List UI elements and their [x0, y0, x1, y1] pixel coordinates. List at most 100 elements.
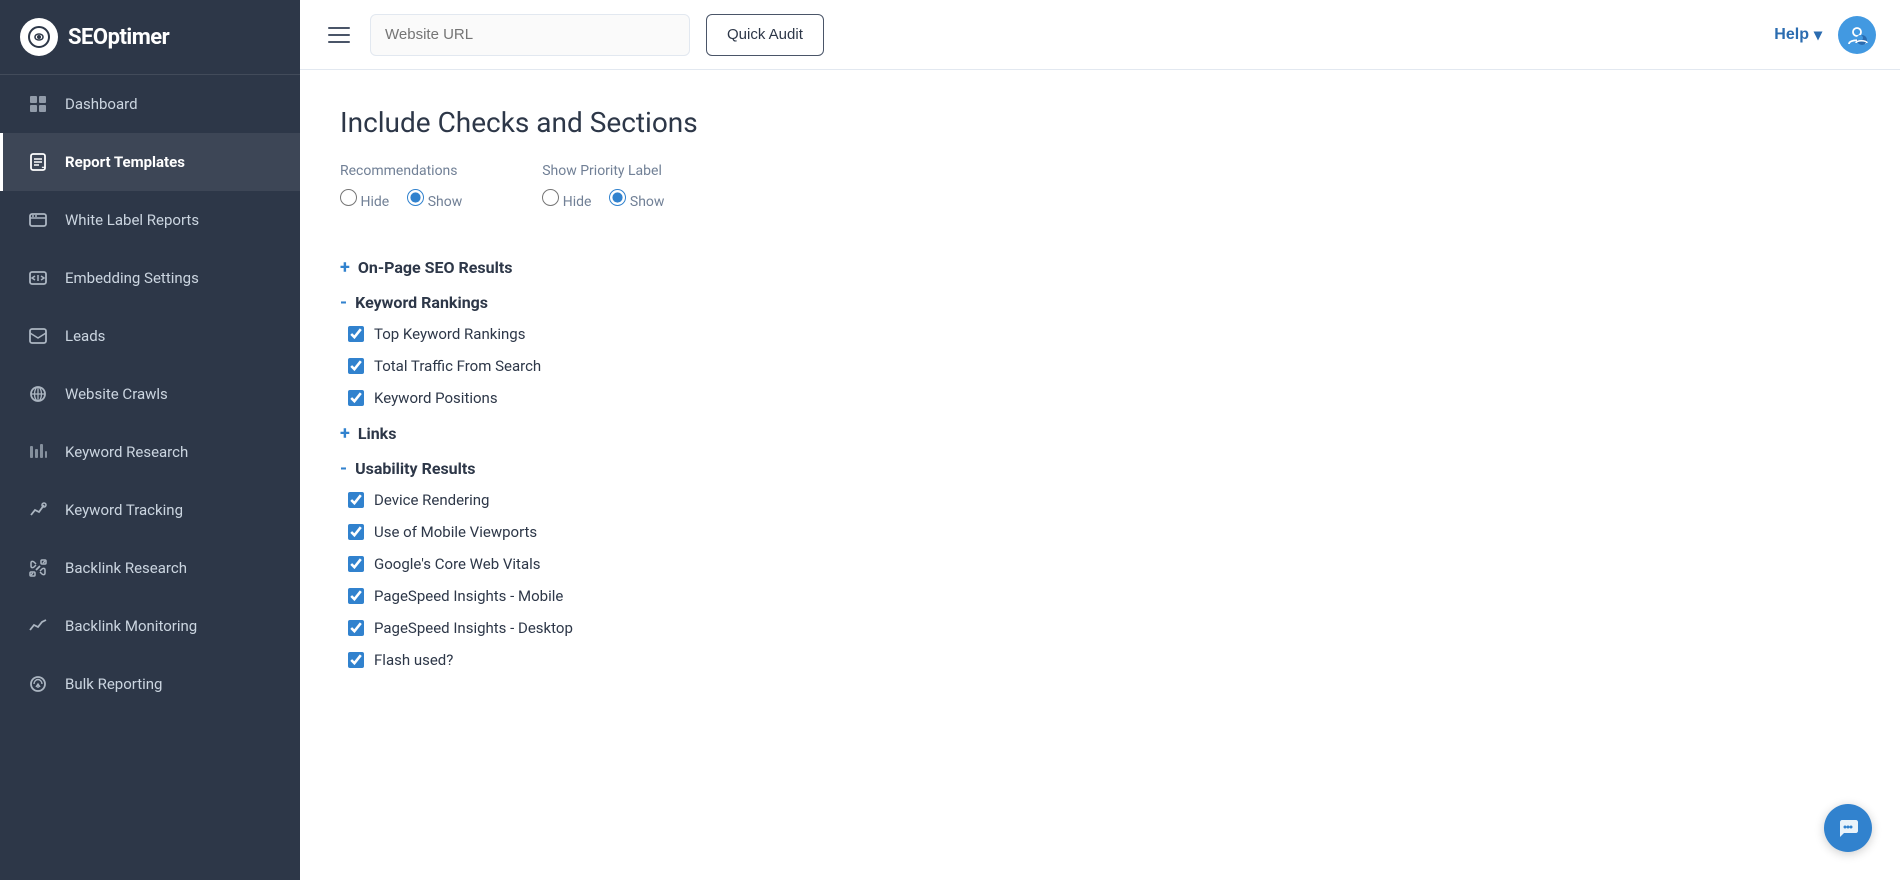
chat-bubble[interactable] — [1824, 804, 1872, 852]
check-pagespeed-mobile: PageSpeed Insights - Mobile — [340, 580, 1860, 612]
recommendations-group: Recommendations Hide Show — [340, 163, 462, 220]
help-button[interactable]: Help ▾ — [1774, 25, 1822, 45]
recommendations-hide-radio[interactable] — [340, 189, 357, 206]
menu-button[interactable] — [324, 23, 354, 47]
crawl-icon — [27, 383, 49, 405]
sidebar-label-bulk-reporting: Bulk Reporting — [65, 675, 162, 693]
check-top-keyword-rankings: Top Keyword Rankings — [340, 318, 1860, 350]
sidebar-item-report-templates[interactable]: Report Templates — [0, 133, 300, 191]
checkbox-device-rendering[interactable] — [348, 492, 364, 508]
check-mobile-viewports: Use of Mobile Viewports — [340, 516, 1860, 548]
on-page-toggle-icon: + — [340, 259, 350, 277]
sidebar-item-backlink-research[interactable]: Backlink Research — [0, 539, 300, 597]
links-label: Links — [358, 424, 397, 443]
sidebar-item-backlink-monitoring[interactable]: Backlink Monitoring — [0, 597, 300, 655]
recommendations-hide-option[interactable]: Hide — [340, 189, 389, 210]
priority-hide-label: Hide — [563, 194, 592, 210]
help-dropdown-icon: ▾ — [1814, 25, 1822, 45]
label-mobile-viewports[interactable]: Use of Mobile Viewports — [374, 523, 537, 541]
label-pagespeed-mobile[interactable]: PageSpeed Insights - Mobile — [374, 587, 563, 605]
sidebar-label-dashboard: Dashboard — [65, 95, 138, 113]
logo-text: SEOptimer — [68, 25, 169, 50]
sidebar-item-leads[interactable]: Leads — [0, 307, 300, 365]
url-input[interactable] — [370, 14, 690, 56]
section-links[interactable]: + Links — [340, 414, 1860, 449]
help-label: Help — [1774, 26, 1809, 44]
sidebar-label-website-crawls: Website Crawls — [65, 385, 168, 403]
checkbox-pagespeed-desktop[interactable] — [348, 620, 364, 636]
dashboard-icon — [27, 93, 49, 115]
research-icon — [27, 441, 49, 463]
keyword-rankings-items: Top Keyword Rankings Total Traffic From … — [340, 318, 1860, 414]
links-toggle-icon: + — [340, 425, 350, 443]
usability-toggle-icon: - — [340, 460, 347, 478]
section-on-page-seo[interactable]: + On-Page SEO Results — [340, 248, 1860, 283]
recommendations-show-option[interactable]: Show — [407, 189, 462, 210]
checkbox-top-keyword-rankings[interactable] — [348, 326, 364, 342]
check-device-rendering: Device Rendering — [340, 484, 1860, 516]
checkbox-flash-used[interactable] — [348, 652, 364, 668]
section-keyword-rankings[interactable]: - Keyword Rankings — [340, 283, 1860, 318]
recommendations-show-radio[interactable] — [407, 189, 424, 206]
logo-icon — [20, 18, 58, 56]
priority-radio-group: Hide Show — [542, 189, 664, 220]
check-total-traffic: Total Traffic From Search — [340, 350, 1860, 382]
user-avatar[interactable] — [1838, 16, 1876, 54]
sidebar-label-leads: Leads — [65, 327, 105, 345]
checkbox-pagespeed-mobile[interactable] — [348, 588, 364, 604]
backlink-icon — [27, 557, 49, 579]
priority-hide-radio[interactable] — [542, 189, 559, 206]
label-flash-used[interactable]: Flash used? — [374, 651, 453, 669]
on-page-seo-label: On-Page SEO Results — [358, 258, 513, 277]
priority-show-option[interactable]: Show — [609, 189, 664, 210]
embed-icon — [27, 267, 49, 289]
sidebar-label-backlink-research: Backlink Research — [65, 559, 187, 577]
keyword-rankings-label: Keyword Rankings — [355, 293, 488, 312]
priority-hide-option[interactable]: Hide — [542, 189, 591, 210]
label-pagespeed-desktop[interactable]: PageSpeed Insights - Desktop — [374, 619, 573, 637]
sidebar-item-website-crawls[interactable]: Website Crawls — [0, 365, 300, 423]
sidebar-item-dashboard[interactable]: Dashboard — [0, 75, 300, 133]
label-device-rendering[interactable]: Device Rendering — [374, 491, 489, 509]
section-usability-results[interactable]: - Usability Results — [340, 449, 1860, 484]
usability-results-label: Usability Results — [355, 459, 475, 478]
sidebar-label-backlink-monitoring: Backlink Monitoring — [65, 617, 197, 635]
content-area: Include Checks and Sections Recommendati… — [300, 70, 1900, 880]
priority-label-group: Show Priority Label Hide Show — [542, 163, 664, 220]
sidebar-item-keyword-tracking[interactable]: Keyword Tracking — [0, 481, 300, 539]
quick-audit-button[interactable]: Quick Audit — [706, 14, 824, 56]
page-title: Include Checks and Sections — [340, 106, 1860, 139]
check-keyword-positions: Keyword Positions — [340, 382, 1860, 414]
sidebar-item-keyword-research[interactable]: Keyword Research — [0, 423, 300, 481]
label-keyword-positions[interactable]: Keyword Positions — [374, 389, 498, 407]
recommendations-show-label: Show — [428, 194, 463, 210]
logo[interactable]: SEOptimer — [0, 0, 300, 75]
checkbox-mobile-viewports[interactable] — [348, 524, 364, 540]
label-top-keyword-rankings[interactable]: Top Keyword Rankings — [374, 325, 525, 343]
checkbox-core-web-vitals[interactable] — [348, 556, 364, 572]
monitor-icon — [27, 615, 49, 637]
check-core-web-vitals: Google's Core Web Vitals — [340, 548, 1860, 580]
sidebar-label-embedding: Embedding Settings — [65, 269, 199, 287]
label-core-web-vitals[interactable]: Google's Core Web Vitals — [374, 555, 541, 573]
leads-icon — [27, 325, 49, 347]
recommendations-label: Recommendations — [340, 163, 462, 179]
checkbox-total-traffic[interactable] — [348, 358, 364, 374]
priority-label-label: Show Priority Label — [542, 163, 664, 179]
keyword-rankings-toggle-icon: - — [340, 294, 347, 312]
sidebar: SEOptimer Dashboard Report Templates — [0, 0, 300, 880]
priority-show-label: Show — [630, 194, 665, 210]
sidebar-label-white-label: White Label Reports — [65, 211, 199, 229]
header: Quick Audit Help ▾ — [300, 0, 1900, 70]
recommendations-radio-group: Hide Show — [340, 189, 462, 220]
sidebar-item-embedding-settings[interactable]: Embedding Settings — [0, 249, 300, 307]
priority-show-radio[interactable] — [609, 189, 626, 206]
white-label-icon — [27, 209, 49, 231]
recommendations-hide-label: Hide — [360, 194, 389, 210]
sidebar-item-white-label-reports[interactable]: White Label Reports — [0, 191, 300, 249]
checkbox-keyword-positions[interactable] — [348, 390, 364, 406]
label-total-traffic[interactable]: Total Traffic From Search — [374, 357, 541, 375]
report-icon — [27, 151, 49, 173]
sidebar-item-bulk-reporting[interactable]: Bulk Reporting — [0, 655, 300, 713]
check-flash-used: Flash used? — [340, 644, 1860, 676]
